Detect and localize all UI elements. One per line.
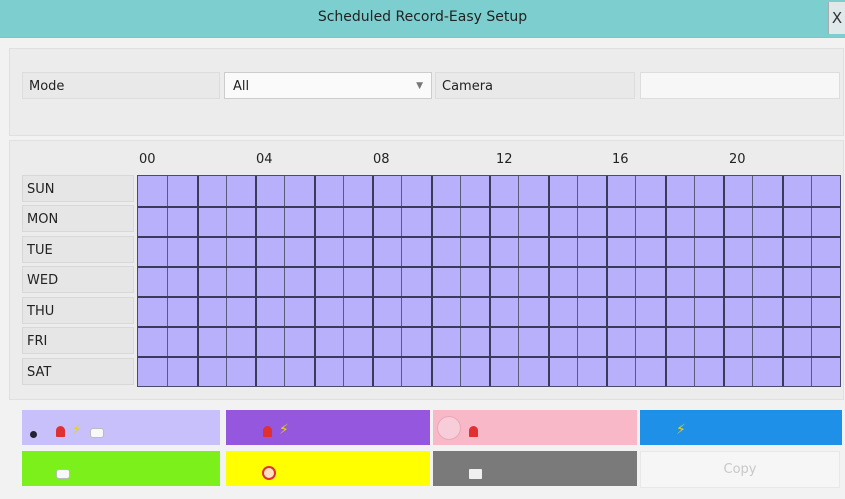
grid-row-divider — [138, 236, 840, 238]
hour-label: 12 — [496, 152, 513, 167]
legend-item[interactable]: ⚡ — [226, 410, 430, 445]
day-label-fri: FRI — [22, 327, 134, 354]
circle-icon — [437, 416, 461, 440]
mode-select-value: All — [233, 79, 250, 94]
hour-label: 00 — [139, 152, 156, 167]
legend-item[interactable]: ⚡ — [22, 410, 220, 445]
legend-item[interactable] — [433, 410, 637, 445]
camera-label: Camera — [435, 72, 635, 99]
no-record-icon — [262, 465, 276, 480]
folder-icon — [469, 468, 482, 479]
day-label-sun: SUN — [22, 175, 134, 202]
chevron-down-icon: ▼ — [416, 81, 423, 91]
motion-icon — [90, 427, 104, 438]
title-bar: Scheduled Record-Easy Setup X — [0, 0, 845, 38]
lightning-icon: ⚡ — [72, 421, 82, 438]
grid-row-divider — [138, 206, 840, 208]
lightning-icon: ⚡ — [279, 421, 289, 438]
hour-label: 20 — [729, 152, 746, 167]
alarm-bell-icon — [469, 426, 478, 437]
motion-icon — [56, 468, 70, 479]
hour-label: 04 — [256, 152, 273, 167]
legend-item[interactable] — [226, 451, 430, 486]
day-label-thu: THU — [22, 297, 134, 324]
close-button[interactable]: X — [828, 2, 845, 34]
grid-row-divider — [138, 296, 840, 298]
camera-select[interactable] — [640, 72, 840, 99]
alarm-bell-icon — [263, 426, 272, 437]
window-title: Scheduled Record-Easy Setup — [317, 9, 528, 25]
mode-label: Mode — [22, 72, 220, 99]
hour-label: 08 — [373, 152, 390, 167]
dot-icon — [30, 431, 37, 438]
lightning-icon: ⚡ — [676, 421, 686, 438]
day-label-wed: WED — [22, 266, 134, 293]
day-label-tue: TUE — [22, 236, 134, 263]
grid-row-divider — [138, 326, 840, 328]
legend-item[interactable] — [22, 451, 220, 486]
day-label-sat: SAT — [22, 358, 134, 385]
copy-button[interactable]: Copy — [640, 451, 840, 488]
grid-row-divider — [138, 266, 840, 268]
alarm-bell-icon — [56, 426, 65, 437]
hour-label: 16 — [612, 152, 629, 167]
mode-select[interactable]: All ▼ — [224, 72, 432, 99]
day-label-mon: MON — [22, 205, 134, 232]
legend-item[interactable] — [433, 451, 637, 486]
legend-item[interactable]: ⚡ — [640, 410, 842, 445]
schedule-grid[interactable] — [137, 175, 841, 387]
grid-row-divider — [138, 356, 840, 358]
